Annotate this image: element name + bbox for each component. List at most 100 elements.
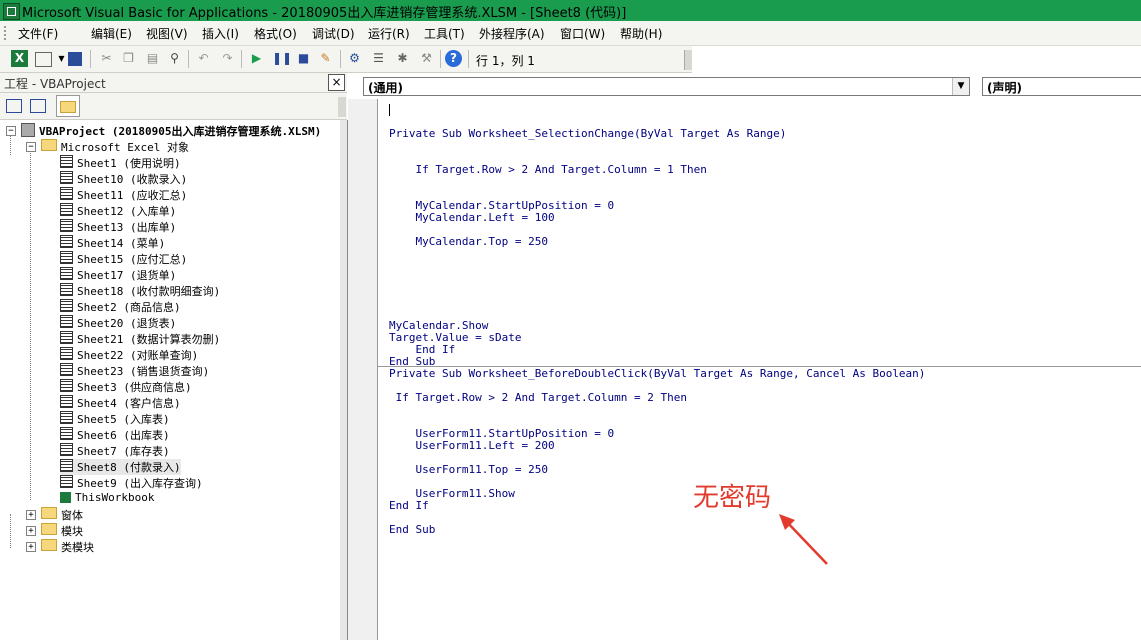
menu-window[interactable]: 窗口(W) xyxy=(560,25,605,42)
annotation-arrow-shaft xyxy=(784,519,828,565)
tree-item-sheet[interactable]: Sheet2 (商品信息) xyxy=(60,299,181,315)
toolbar-separator xyxy=(440,50,441,68)
folder-icon xyxy=(60,101,76,113)
toggle-folders-button[interactable] xyxy=(56,95,80,117)
stop-icon[interactable]: ■ xyxy=(295,50,312,67)
menu-run[interactable]: 运行(R) xyxy=(368,25,410,42)
chevron-down-icon[interactable]: ▼ xyxy=(952,78,969,95)
tree-item-sheet[interactable]: Sheet15 (应付汇总) xyxy=(60,251,187,267)
tree-item-label: Sheet3 (供应商信息) xyxy=(77,381,192,394)
view-code-icon[interactable] xyxy=(6,99,22,113)
toolbar-overflow-handle[interactable] xyxy=(684,50,692,70)
tree-item-workbook[interactable]: ThisWorkbook xyxy=(60,491,154,507)
tree-item-label: Sheet8 (付款录入) xyxy=(77,461,181,474)
menu-format[interactable]: 格式(O) xyxy=(254,25,297,42)
project-tree[interactable]: − VBAProject (20180905出入库进销存管理系统.XLSM) −… xyxy=(0,120,348,640)
text-caret xyxy=(389,104,390,116)
menu-insert[interactable]: 插入(I) xyxy=(202,25,239,42)
copy-icon[interactable]: ❐ xyxy=(120,50,137,67)
close-icon[interactable]: × xyxy=(328,74,345,91)
redo-icon[interactable]: ↷ xyxy=(219,50,236,67)
code-line: If Target.Row > 2 And Target.Column = 2 … xyxy=(389,391,688,404)
tree-item-sheet[interactable]: Sheet9 (出入库存查询) xyxy=(60,475,203,491)
tree-item-sheet[interactable]: Sheet3 (供应商信息) xyxy=(60,379,192,395)
standard-toolbar: X ▼ ✂ ❐ ▤ ⚲ ↶ ↷ ▶ ❚❚ ■ ✎ ⚙ ☰ ✱ ⚒ ? 行 1，列… xyxy=(0,46,692,73)
tree-item-sheet[interactable]: Sheet7 (库存表) xyxy=(60,443,170,459)
tree-scrollbar[interactable] xyxy=(340,120,347,640)
paste-icon[interactable]: ▤ xyxy=(144,50,161,67)
menu-tools[interactable]: 工具(T) xyxy=(424,25,465,42)
expand-icon[interactable]: + xyxy=(26,526,36,536)
view-excel-icon[interactable]: X xyxy=(11,50,28,67)
tree-item-sheet[interactable]: Sheet11 (应收汇总) xyxy=(60,187,187,203)
find-icon[interactable]: ⚲ xyxy=(166,50,183,67)
tree-root-label: VBAProject (20180905出入库进销存管理系统.XLSM) xyxy=(39,125,322,138)
menu-file[interactable]: 文件(F) xyxy=(18,25,58,42)
code-line: MyCalendar.Left = 100 xyxy=(389,211,555,224)
help-icon[interactable]: ? xyxy=(445,50,462,67)
project-explorer-header: 工程 - VBAProject × xyxy=(0,73,347,93)
tree-item-sheet[interactable]: Sheet20 (退货表) xyxy=(60,315,176,331)
menu-help[interactable]: 帮助(H) xyxy=(620,25,662,42)
run-icon[interactable]: ▶ xyxy=(248,50,265,67)
tree-line xyxy=(10,135,11,155)
toolbox-icon[interactable]: ⚒ xyxy=(418,50,435,67)
tree-item-sheet[interactable]: Sheet12 (入库单) xyxy=(60,203,176,219)
collapse-icon[interactable]: − xyxy=(6,126,16,136)
tree-item-label: Sheet5 (入库表) xyxy=(77,413,170,426)
tree-item-sheet[interactable]: Sheet6 (出库表) xyxy=(60,427,170,443)
tree-item-sheet[interactable]: Sheet13 (出库单) xyxy=(60,219,176,235)
workbook-icon xyxy=(60,492,71,503)
code-line: UserForm11.Top = 250 xyxy=(389,463,548,476)
worksheet-icon xyxy=(60,363,73,376)
code-editor[interactable]: Private Sub Worksheet_SelectionChange(By… xyxy=(378,99,1141,640)
worksheet-icon xyxy=(60,155,73,168)
tree-item-sheet-selected[interactable]: Sheet8 (付款录入) xyxy=(60,459,181,475)
tree-item-sheet[interactable]: Sheet4 (客户信息) xyxy=(60,395,181,411)
toolbar-overflow-handle[interactable] xyxy=(338,97,346,117)
worksheet-icon xyxy=(60,219,73,232)
cut-icon[interactable]: ✂ xyxy=(98,50,115,67)
menu-addins[interactable]: 外接程序(A) xyxy=(479,25,545,42)
tree-item-sheet[interactable]: Sheet5 (入库表) xyxy=(60,411,170,427)
toolbar-separator xyxy=(90,50,91,68)
expand-icon[interactable]: + xyxy=(26,542,36,552)
tree-item-sheet[interactable]: Sheet22 (对账单查询) xyxy=(60,347,198,363)
pause-icon[interactable]: ❚❚ xyxy=(272,50,292,67)
properties-icon[interactable]: ☰ xyxy=(370,50,387,67)
tree-item-sheet[interactable]: Sheet17 (退货单) xyxy=(60,267,176,283)
project-explorer-toolbar xyxy=(0,93,347,120)
undo-icon[interactable]: ↶ xyxy=(195,50,212,67)
object-browser-icon[interactable]: ✱ xyxy=(394,50,411,67)
tree-item-sheet[interactable]: Sheet23 (销售退货查询) xyxy=(60,363,209,379)
menu-debug[interactable]: 调试(D) xyxy=(312,25,355,42)
code-line: Private Sub Worksheet_SelectionChange(By… xyxy=(389,127,787,140)
design-mode-icon[interactable]: ✎ xyxy=(317,50,334,67)
view-object-icon[interactable] xyxy=(30,99,46,113)
tree-item-label: Sheet7 (库存表) xyxy=(77,445,170,458)
toolbar-separator xyxy=(468,50,469,68)
tree-item-label: Sheet23 (销售退货查询) xyxy=(77,365,210,378)
insert-userform-icon[interactable] xyxy=(35,52,52,67)
menu-edit[interactable]: 编辑(E) xyxy=(91,25,132,42)
expand-icon[interactable]: + xyxy=(26,510,36,520)
tree-item-sheet[interactable]: Sheet21 (数据计算表勿删) xyxy=(60,331,220,347)
menu-view[interactable]: 视图(V) xyxy=(146,25,188,42)
tree-item-sheet[interactable]: Sheet14 (菜单) xyxy=(60,235,165,251)
worksheet-icon xyxy=(60,331,73,344)
tree-item-sheet[interactable]: Sheet18 (收付款明细查询) xyxy=(60,283,220,299)
procedure-dropdown[interactable]: (声明) xyxy=(982,77,1141,96)
tree-item-sheet[interactable]: Sheet1 (使用说明) xyxy=(60,155,181,171)
tree-item-label: Sheet15 (应付汇总) xyxy=(77,253,188,266)
toolbar-separator xyxy=(241,50,242,68)
worksheet-icon xyxy=(60,347,73,360)
worksheet-icon xyxy=(60,411,73,424)
tree-item-label: Sheet22 (对账单查询) xyxy=(77,349,199,362)
object-dropdown[interactable]: (通用) ▼ xyxy=(363,77,970,96)
collapse-icon[interactable]: − xyxy=(26,142,36,152)
save-icon[interactable] xyxy=(68,52,82,66)
toolbar-separator xyxy=(340,50,341,68)
tree-item-sheet[interactable]: Sheet10 (收款录入) xyxy=(60,171,187,187)
code-margin[interactable] xyxy=(348,99,378,640)
project-explorer-icon[interactable]: ⚙ xyxy=(346,50,363,67)
